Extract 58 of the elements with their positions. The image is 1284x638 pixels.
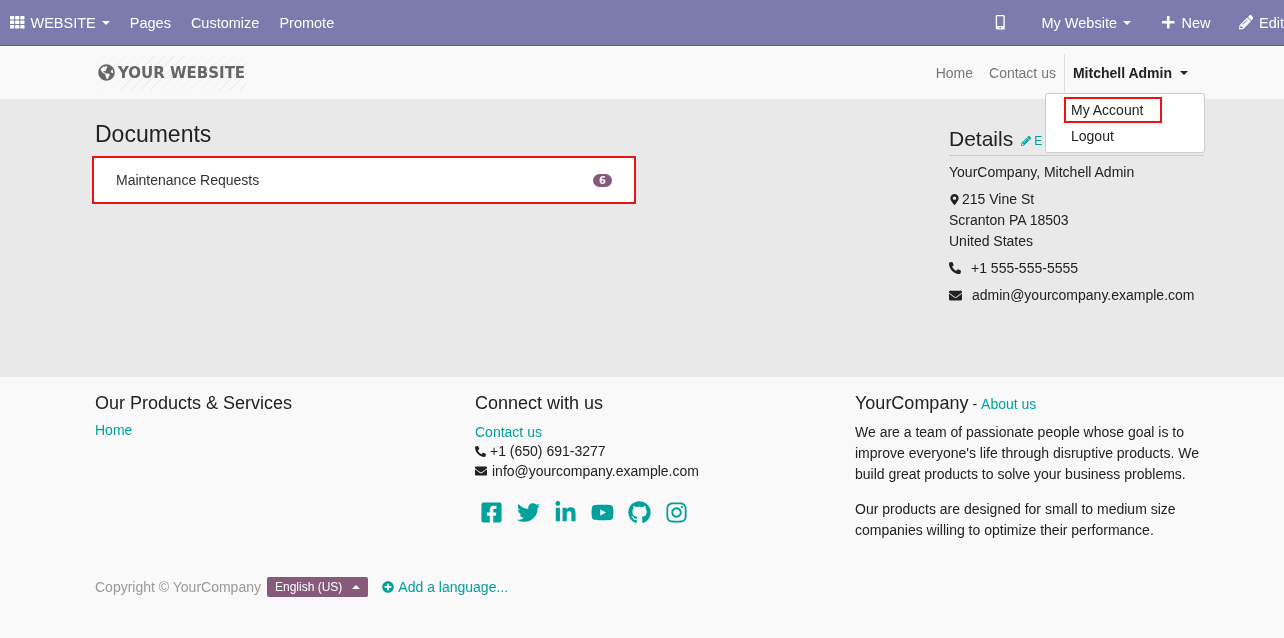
add-language-link[interactable]: Add a language... xyxy=(382,579,509,595)
section-title: Details xyxy=(949,127,1014,151)
menu-item[interactable]: Logout xyxy=(1064,123,1204,149)
facebook-icon[interactable] xyxy=(480,501,503,524)
edit-button[interactable]: Edit xyxy=(1228,14,1284,31)
footer-heading: YourCompany xyxy=(855,393,969,413)
map-marker-icon xyxy=(949,194,960,205)
new-button[interactable]: New xyxy=(1151,14,1221,31)
address-line: 215 Vine St xyxy=(949,189,1204,210)
email-address: admin@yourcompany.example.com xyxy=(972,287,1195,303)
separator: - xyxy=(972,396,978,412)
phone-number: +1 (650) 691-3277 xyxy=(490,443,606,459)
globe-icon xyxy=(98,64,115,81)
footer-link[interactable]: Home xyxy=(95,422,133,438)
footer-heading: Connect with us xyxy=(475,393,605,414)
section-title: Documents xyxy=(95,121,213,148)
email-address: info@yourcompany.example.com xyxy=(492,463,699,479)
copyright-text: Copyright © YourCompany xyxy=(95,579,261,595)
instagram-icon[interactable] xyxy=(665,501,688,524)
linkedin-icon[interactable] xyxy=(554,501,577,524)
caret-icon xyxy=(1123,20,1131,25)
about-paragraph: Our products are designed for small to medium size companies willing to optimize their performance. xyxy=(855,500,1177,540)
user-menu[interactable]: Mitchell Admin xyxy=(1063,53,1196,92)
address-line: Scranton PA 18503 xyxy=(949,211,1070,230)
github-icon[interactable] xyxy=(628,501,651,524)
menu-item[interactable]: My Account xyxy=(1064,97,1162,123)
document-row[interactable]: Maintenance Requests 6 xyxy=(92,156,636,204)
site-menu[interactable]: My Website xyxy=(1031,14,1141,31)
footer-heading: Our Products & Services xyxy=(95,393,294,414)
pencil-icon xyxy=(1021,136,1032,146)
twitter-icon[interactable] xyxy=(517,501,540,524)
toolbar-menu[interactable]: Pages xyxy=(119,14,181,31)
site-logo[interactable]: YOUR WEBSITE xyxy=(96,55,248,90)
app-menu[interactable]: WEBSITE xyxy=(0,14,120,31)
phone-icon xyxy=(949,262,961,274)
toolbar-menu[interactable]: Promote xyxy=(269,14,345,31)
toolbar-menu[interactable]: Customize xyxy=(180,14,270,31)
plus-icon xyxy=(1161,15,1176,30)
nav-link[interactable]: Home xyxy=(927,64,981,81)
about-paragraph: We are a team of passionate people whose goal is to improve everyone's life through disruptive products. We build great products to solve your business problems. xyxy=(855,423,1201,484)
footer-link[interactable]: About us xyxy=(981,396,1037,412)
caret-icon xyxy=(1180,70,1188,75)
caret-icon xyxy=(352,585,361,589)
phone-icon xyxy=(475,445,486,457)
mobile-icon xyxy=(993,15,1008,30)
envelope-icon xyxy=(949,288,962,302)
count-badge: 6 xyxy=(593,173,612,187)
grid-icon xyxy=(10,15,25,30)
footer-link[interactable]: Contact us xyxy=(475,424,542,440)
details-link[interactable]: E xyxy=(1021,134,1043,148)
envelope-icon xyxy=(475,465,487,477)
pencil-icon xyxy=(1238,15,1253,30)
language-selector[interactable]: English (US) xyxy=(266,577,369,597)
phone-number: +1 555-555-5555 xyxy=(971,260,1079,276)
nav-link[interactable]: Contact us xyxy=(981,64,1064,81)
caret-icon xyxy=(101,20,110,25)
contact-name: YourCompany, Mitchell Admin xyxy=(949,163,1136,182)
address-line: United States xyxy=(949,232,1035,251)
